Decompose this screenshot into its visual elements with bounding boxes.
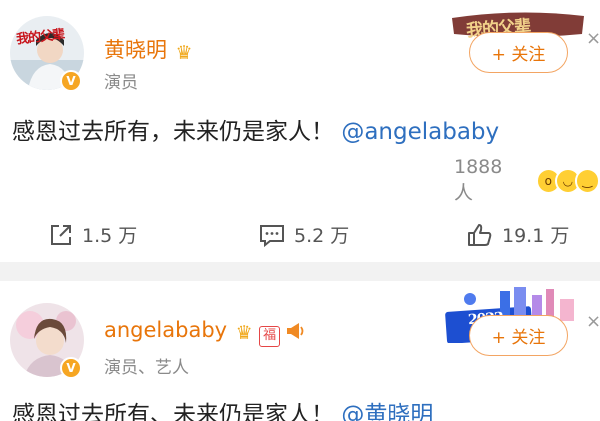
username-text[interactable]: 黄晓明 <box>104 38 167 62</box>
user-role: 演员 <box>104 73 138 93</box>
megaphone-icon <box>285 321 305 345</box>
mention-link[interactable]: @angelababy <box>341 119 499 145</box>
share-count: 1.5 万 <box>82 225 138 247</box>
share-icon <box>51 224 71 245</box>
post-divider <box>0 262 600 281</box>
follow-button[interactable]: + 关注 <box>469 32 568 73</box>
like-count: 19.1 万 <box>502 225 570 247</box>
verified-icon: V <box>60 70 82 92</box>
thumbs-up-icon <box>468 223 492 246</box>
crown-icon: ♛ <box>235 322 253 344</box>
comment-icon <box>260 224 284 247</box>
close-icon[interactable]: × <box>586 313 600 331</box>
weibo-post-1: 我的父辈 V 黄晓明 ♛ 演员 我的父辈 + 关注 × 感恩过去所有，未来仍是家人… <box>0 0 600 262</box>
fu-badge: 福 <box>259 326 281 347</box>
verified-icon: V <box>60 357 82 379</box>
user-role: 演员、艺人 <box>104 358 189 378</box>
mention-link[interactable]: @黄晓明 <box>341 402 433 421</box>
username-text[interactable]: angelababy <box>104 318 227 342</box>
comment-button[interactable]: 5.2 万 <box>258 221 349 248</box>
username[interactable]: angelababy ♛ 福 <box>104 318 305 347</box>
avatar[interactable]: V <box>10 303 84 379</box>
share-button[interactable]: 1.5 万 <box>48 221 137 248</box>
post-content: 感恩过去所有，未来仍是家人！ @angelababy <box>12 112 499 146</box>
close-icon[interactable]: × <box>586 30 600 48</box>
weibo-post-2: V angelababy♛福 演员、艺人 2022 + 关注 × 感恩过去所有、… <box>0 281 600 421</box>
reaction-count: 1888 人 <box>454 156 503 204</box>
crown-icon: ♛ <box>175 42 193 64</box>
post-text: 感恩过去所有、未来仍是家人！ <box>12 402 334 421</box>
follow-button[interactable]: + 关注 <box>469 315 568 356</box>
reaction-summary[interactable]: 1888 人 o ◡ ‿ <box>454 156 600 205</box>
post-text: 感恩过去所有，未来仍是家人！ <box>12 119 334 145</box>
avatar[interactable]: 我的父辈 V <box>10 16 84 92</box>
comment-count: 5.2 万 <box>294 225 350 247</box>
like-button[interactable]: 19.1 万 <box>466 221 569 248</box>
username[interactable]: 黄晓明 ♛ <box>104 34 195 64</box>
post-content: 感恩过去所有、未来仍是家人！ @黄晓明 <box>12 395 433 421</box>
laugh-emoji-icon: ‿ <box>574 167 600 194</box>
